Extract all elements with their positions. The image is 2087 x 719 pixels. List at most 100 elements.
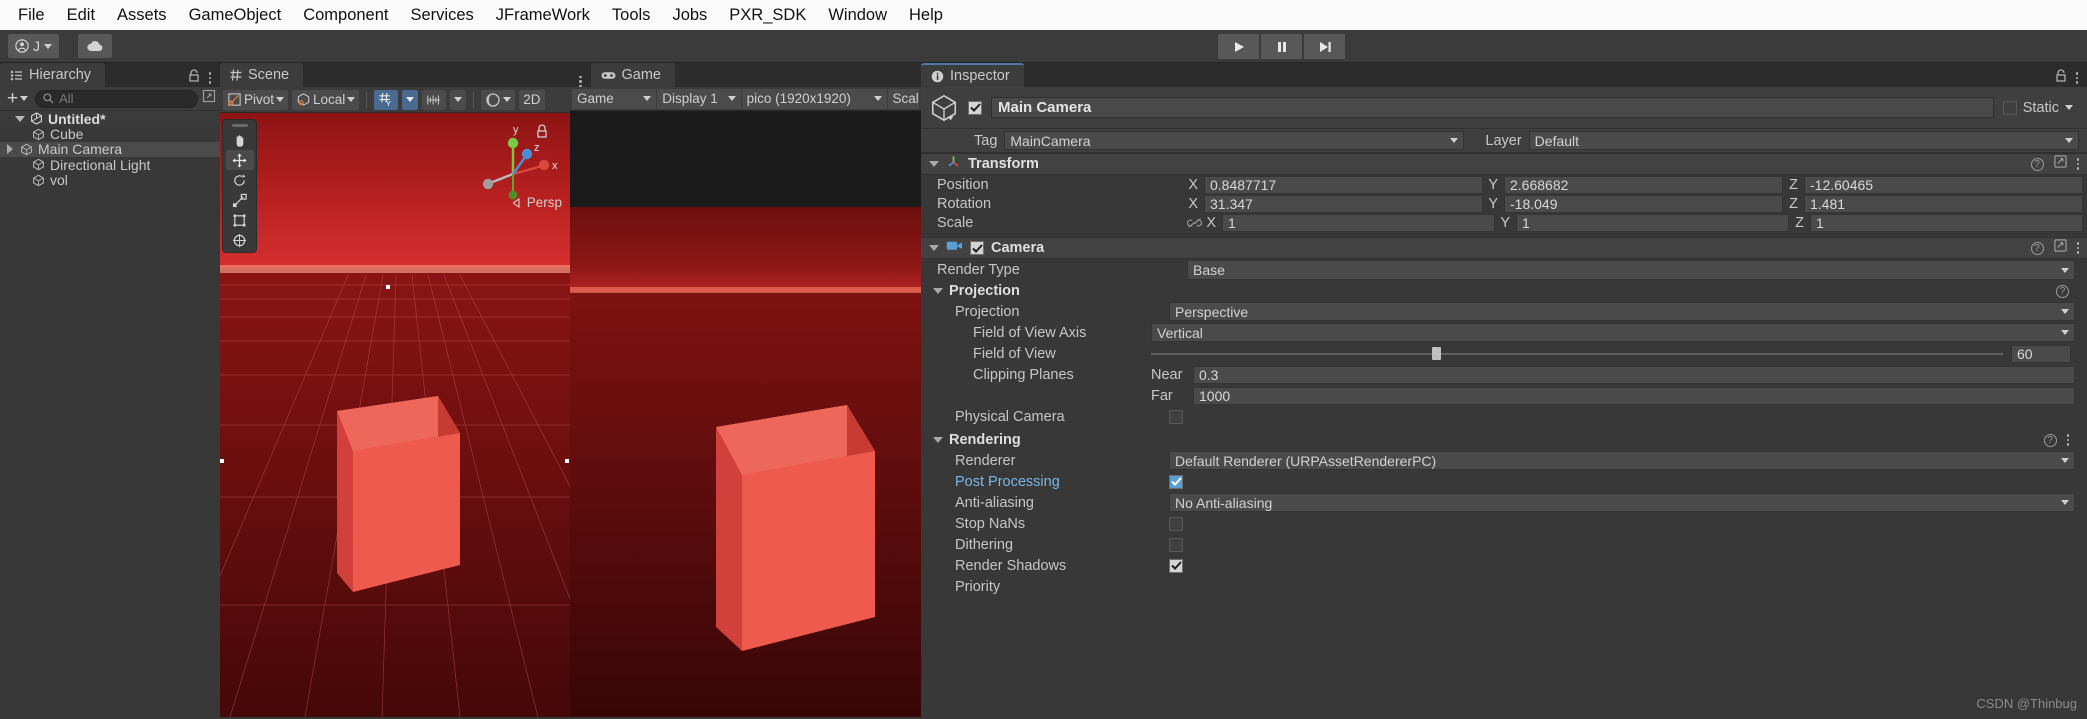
menu-item-edit[interactable]: Edit bbox=[56, 4, 106, 27]
rendering-menu-icon[interactable] bbox=[2066, 434, 2069, 446]
component-header-camera[interactable]: Camera ? bbox=[921, 237, 2087, 259]
expand-triangle-icon[interactable] bbox=[7, 144, 13, 155]
anti-aliasing-dropdown[interactable]: No Anti-aliasing bbox=[1169, 493, 2075, 512]
hierarchy-search-input[interactable]: All bbox=[35, 89, 198, 108]
menu-item-help[interactable]: Help bbox=[898, 4, 954, 27]
rotate-tool-button[interactable] bbox=[226, 170, 254, 190]
step-button[interactable] bbox=[1304, 34, 1345, 59]
far-field[interactable]: 1000 bbox=[1193, 386, 2075, 405]
fov-axis-dropdown[interactable]: Vertical bbox=[1151, 323, 2075, 342]
renderer-dropdown[interactable]: Default Renderer (URPAssetRendererPC) bbox=[1169, 451, 2075, 470]
menu-item-component[interactable]: Component bbox=[292, 4, 399, 27]
list-item[interactable]: Main Camera bbox=[0, 141, 220, 157]
rotation-x-field[interactable]: 31.347 bbox=[1204, 194, 1483, 213]
grid-axis-button[interactable]: Y bbox=[374, 89, 399, 110]
list-item[interactable]: Untitled* bbox=[0, 111, 220, 127]
game-display-mode-dropdown[interactable]: Game bbox=[572, 88, 657, 109]
fov-slider-handle[interactable] bbox=[1432, 347, 1442, 360]
collapse-triangle-icon[interactable] bbox=[933, 288, 943, 294]
lock-icon[interactable] bbox=[2055, 69, 2067, 87]
local-toggle-button[interactable]: Local bbox=[292, 89, 360, 110]
render-shadows-checkbox[interactable] bbox=[1169, 558, 1183, 573]
hierarchy-sort-icon[interactable] bbox=[202, 89, 216, 108]
fov-slider[interactable] bbox=[1151, 347, 2003, 361]
menu-item-services[interactable]: Services bbox=[400, 4, 485, 27]
collapse-triangle-icon[interactable] bbox=[929, 245, 939, 251]
scene-menu-icon[interactable] bbox=[579, 75, 582, 87]
snap-increment-button[interactable] bbox=[422, 89, 447, 110]
preset-icon[interactable] bbox=[2053, 239, 2067, 257]
chevron-down-icon[interactable] bbox=[2065, 105, 2073, 110]
help-icon[interactable]: ? bbox=[2030, 157, 2044, 171]
account-dropdown[interactable]: J bbox=[8, 34, 59, 58]
tab-game[interactable]: Game bbox=[590, 63, 675, 87]
game-scale-slider[interactable]: Scale bbox=[887, 88, 919, 109]
render-type-dropdown[interactable]: Base bbox=[1187, 260, 2075, 280]
stop-nans-checkbox[interactable] bbox=[1169, 516, 1183, 531]
palette-drag-handle[interactable] bbox=[231, 124, 248, 127]
menu-item-tools[interactable]: Tools bbox=[601, 4, 662, 27]
scale-z-field[interactable]: 1 bbox=[1810, 213, 2083, 232]
link-off-icon[interactable] bbox=[1187, 217, 1205, 229]
component-menu-icon[interactable] bbox=[2076, 158, 2079, 170]
menu-item-jframework[interactable]: JFrameWork bbox=[485, 4, 601, 27]
game-resolution-dropdown[interactable]: pico (1920x1920) bbox=[741, 88, 887, 109]
tab-inspector[interactable]: Inspector bbox=[921, 63, 1024, 87]
menu-item-file[interactable]: File bbox=[7, 4, 56, 27]
list-item[interactable]: Cube bbox=[0, 126, 220, 142]
help-icon[interactable]: ? bbox=[2043, 433, 2057, 447]
tag-dropdown[interactable]: MainCamera bbox=[1004, 131, 1465, 150]
help-icon[interactable]: ? bbox=[2030, 241, 2044, 255]
scene-viewport[interactable]: y x z Persp bbox=[220, 113, 570, 717]
menu-item-gameobject[interactable]: GameObject bbox=[178, 4, 293, 27]
menu-item-window[interactable]: Window bbox=[817, 4, 898, 27]
rect-tool-button[interactable] bbox=[226, 210, 254, 230]
physical-camera-checkbox[interactable] bbox=[1169, 409, 1183, 424]
pivot-toggle-button[interactable]: Pivot bbox=[223, 89, 289, 110]
grid-axis-dropdown[interactable] bbox=[402, 89, 419, 110]
rendering-group-header[interactable]: Rendering ? bbox=[921, 430, 2087, 450]
collapse-triangle-icon[interactable] bbox=[929, 161, 939, 167]
static-checkbox[interactable] bbox=[2002, 100, 2017, 115]
lighting-toggle-button[interactable] bbox=[481, 89, 516, 110]
fov-value-field[interactable]: 60 bbox=[2011, 344, 2071, 363]
gameobject-icon[interactable] bbox=[929, 93, 959, 123]
near-field[interactable]: 0.3 bbox=[1193, 365, 2075, 384]
rotation-y-field[interactable]: -18.049 bbox=[1504, 194, 1783, 213]
game-display-target-dropdown[interactable]: Display 1 bbox=[657, 88, 741, 109]
projection-group-header[interactable]: Projection ? bbox=[921, 281, 2087, 301]
collapse-triangle-icon[interactable] bbox=[933, 437, 943, 443]
tab-hierarchy[interactable]: Hierarchy bbox=[0, 63, 106, 87]
snap-dropdown[interactable] bbox=[450, 89, 467, 110]
inspector-menu-icon[interactable] bbox=[2075, 72, 2078, 84]
menu-item-jobs[interactable]: Jobs bbox=[661, 4, 718, 27]
component-menu-icon[interactable] bbox=[2076, 242, 2079, 254]
hierarchy-menu-icon[interactable] bbox=[208, 72, 211, 84]
component-header-transform[interactable]: Transform ? bbox=[921, 153, 2087, 175]
game-viewport[interactable] bbox=[570, 111, 921, 717]
transform-tool-button[interactable] bbox=[226, 230, 254, 250]
scale-tool-button[interactable] bbox=[226, 190, 254, 210]
projection-dropdown[interactable]: Perspective bbox=[1169, 302, 2075, 321]
tab-scene[interactable]: Scene bbox=[220, 63, 304, 87]
cloud-button[interactable] bbox=[78, 34, 112, 58]
help-icon[interactable]: ? bbox=[2056, 284, 2069, 298]
post-processing-label[interactable]: Post Processing bbox=[937, 474, 1169, 490]
static-toggle[interactable]: Static bbox=[2002, 100, 2079, 116]
object-name-field[interactable]: Main Camera bbox=[991, 97, 1994, 118]
post-processing-checkbox[interactable] bbox=[1169, 474, 1183, 489]
dithering-checkbox[interactable] bbox=[1169, 537, 1183, 552]
scale-x-field[interactable]: 1 bbox=[1222, 213, 1495, 232]
2d-toggle-button[interactable]: 2D bbox=[519, 89, 545, 110]
play-button[interactable] bbox=[1218, 34, 1259, 59]
position-y-field[interactable]: 2.668682 bbox=[1504, 175, 1783, 194]
position-x-field[interactable]: 0.8487717 bbox=[1204, 175, 1483, 194]
rotation-z-field[interactable]: 1.481 bbox=[1804, 194, 2083, 213]
expand-triangle-icon[interactable] bbox=[15, 115, 25, 122]
layer-dropdown[interactable]: Default bbox=[1528, 131, 2079, 150]
scene-camera-mode[interactable]: Persp bbox=[512, 195, 562, 210]
hand-tool-button[interactable] bbox=[226, 130, 254, 150]
preset-icon[interactable] bbox=[2053, 155, 2067, 173]
position-z-field[interactable]: -12.60465 bbox=[1804, 175, 2083, 194]
list-item[interactable]: Directional Light bbox=[0, 157, 220, 173]
